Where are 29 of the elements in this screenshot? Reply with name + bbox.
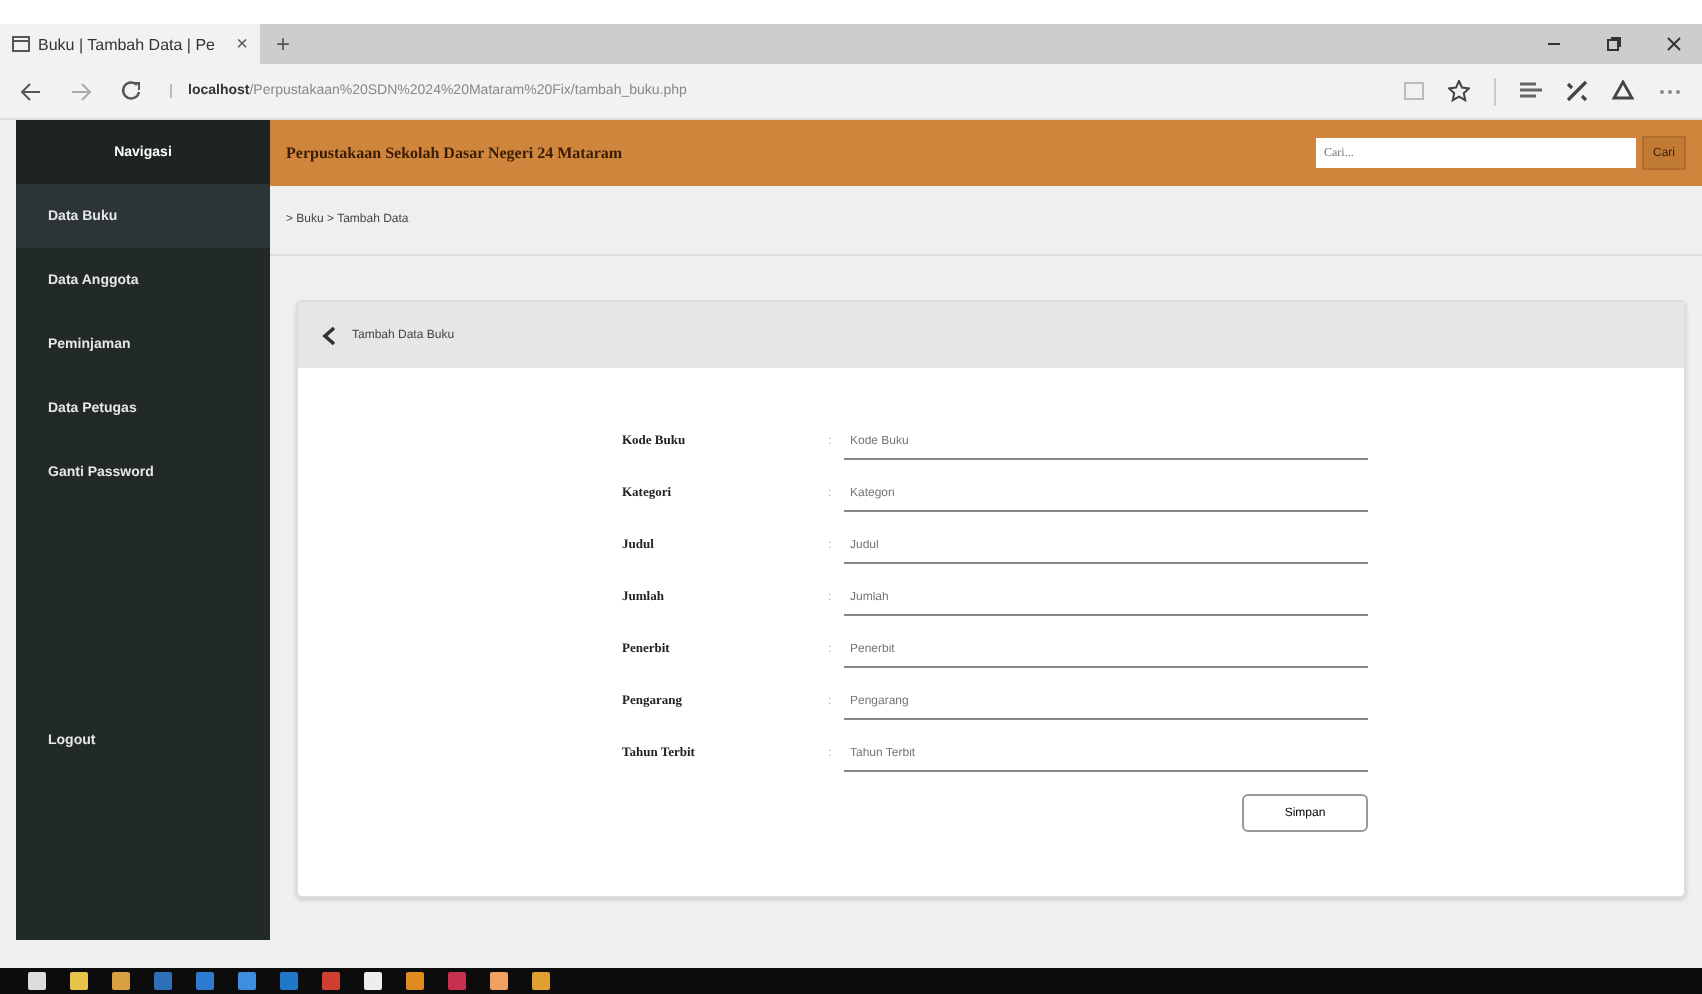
- forward-icon[interactable]: [70, 81, 92, 101]
- hub-icon[interactable]: [1520, 82, 1542, 100]
- app-icon[interactable]: [448, 972, 466, 990]
- site-title: Perpustakaan Sekolah Dasar Negeri 24 Mataram: [286, 144, 625, 162]
- app-icon[interactable]: [112, 972, 130, 990]
- browser-tab[interactable]: Buku | Tambah Data | Pe ×: [0, 24, 260, 64]
- app-icon[interactable]: [532, 972, 550, 990]
- start-icon[interactable]: [28, 972, 46, 990]
- app-icon[interactable]: [322, 972, 340, 990]
- back-icon[interactable]: [20, 81, 42, 101]
- tab-close-button[interactable]: ×: [236, 33, 248, 55]
- new-tab-button[interactable]: +: [276, 30, 291, 58]
- page-icon: [12, 36, 30, 52]
- restore-icon[interactable]: [1606, 36, 1622, 52]
- refresh-icon[interactable]: [120, 80, 142, 102]
- app-icon[interactable]: [364, 972, 382, 990]
- app-icon[interactable]: [406, 972, 424, 990]
- tab-title: Buku | Tambah Data | Pe: [38, 35, 218, 53]
- share-icon[interactable]: [1612, 80, 1634, 102]
- app-icon[interactable]: [196, 972, 214, 990]
- back-icon[interactable]: [322, 325, 336, 345]
- app-icon[interactable]: [154, 972, 172, 990]
- app-icon[interactable]: [490, 972, 508, 990]
- app-icon[interactable]: [280, 972, 298, 990]
- reading-view-icon[interactable]: [1404, 82, 1424, 100]
- close-icon[interactable]: [1666, 36, 1682, 52]
- more-icon[interactable]: [1658, 87, 1682, 95]
- app-icon[interactable]: [238, 972, 256, 990]
- star-icon[interactable]: [1448, 80, 1470, 102]
